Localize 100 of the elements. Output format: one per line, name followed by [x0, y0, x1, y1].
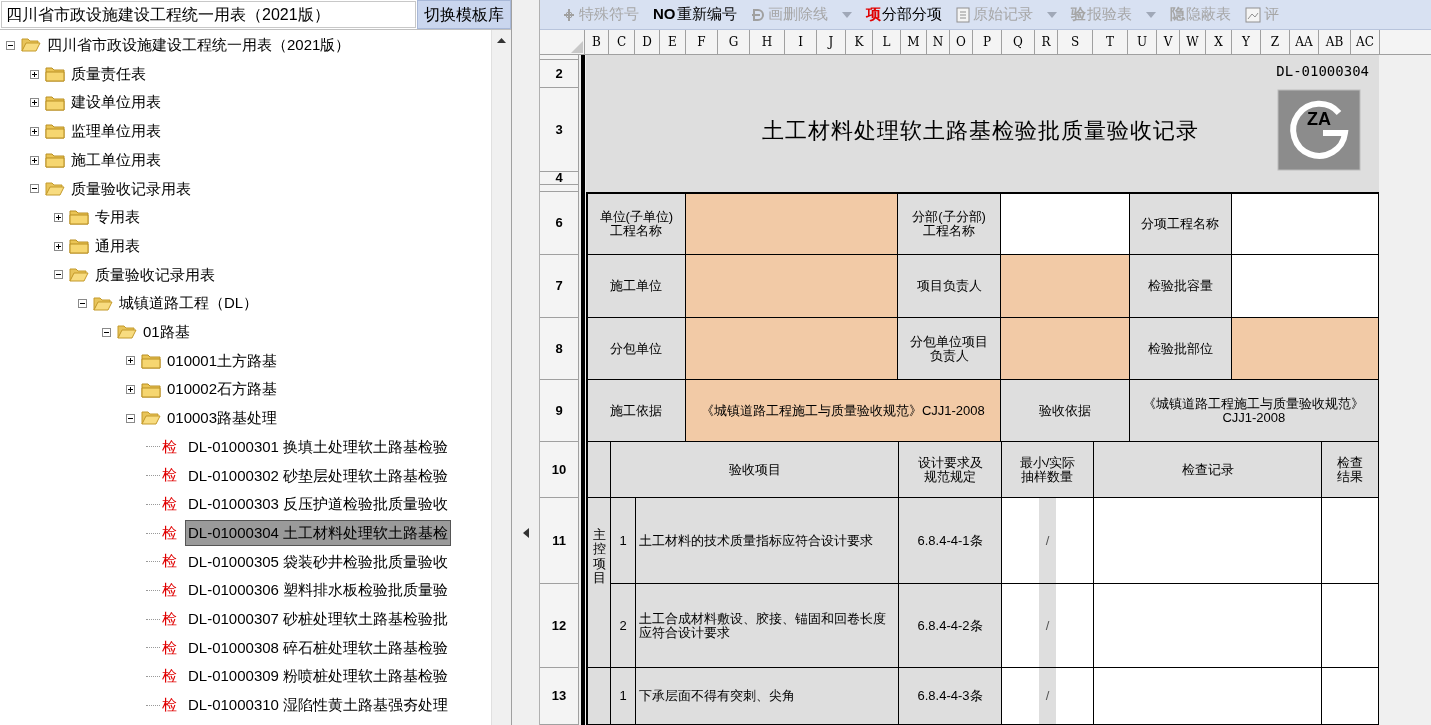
tree-item[interactable]: DL-01000302 砂垫层处理软土路基检验 — [185, 462, 452, 489]
column-header[interactable]: G — [718, 30, 750, 54]
check-record-field[interactable] — [1094, 584, 1322, 668]
scrollbar[interactable] — [491, 30, 511, 725]
tree-item[interactable]: DL-01000304 土工材料处理软土路基检 — [185, 520, 452, 547]
row-number[interactable]: 12 — [540, 584, 578, 668]
row-number[interactable]: 8 — [540, 318, 578, 380]
column-header[interactable]: R — [1035, 30, 1058, 54]
expand-icon[interactable] — [30, 98, 39, 108]
form-field[interactable] — [685, 194, 899, 255]
column-header[interactable]: C — [609, 30, 635, 54]
expand-icon[interactable] — [30, 126, 39, 136]
tree-item[interactable]: 质量责任表 — [71, 62, 146, 86]
row-number[interactable]: 9 — [540, 380, 578, 442]
form-field[interactable]: 《城镇道路工程施工与质量验收规范》CJJ1-2008 — [685, 380, 1001, 442]
column-header[interactable]: S — [1058, 30, 1093, 54]
column-header[interactable]: H — [750, 30, 785, 54]
expand-icon[interactable] — [126, 385, 135, 395]
row-number[interactable]: 10 — [540, 442, 578, 498]
row-number[interactable]: 4 — [540, 172, 578, 185]
tree-item[interactable]: DL-01000310 湿陷性黄土路基强夯处理 — [185, 692, 452, 719]
collapse-icon[interactable] — [126, 413, 135, 423]
expand-icon[interactable] — [54, 212, 63, 222]
column-header[interactable]: Z — [1261, 30, 1290, 54]
tree-item[interactable]: DL-01000307 砂桩处理软土路基检验批 — [185, 606, 452, 633]
form-field[interactable] — [1232, 318, 1379, 380]
toolbar-button[interactable]: NO重新编号 — [653, 3, 737, 26]
column-header[interactable]: AC — [1351, 30, 1380, 54]
column-header[interactable]: U — [1128, 30, 1157, 54]
collapse-left-icon[interactable] — [522, 528, 529, 538]
expand-icon[interactable] — [126, 356, 135, 366]
form-field[interactable] — [1232, 194, 1379, 255]
form-field[interactable] — [1000, 194, 1130, 255]
check-record-field[interactable] — [1094, 668, 1322, 725]
tree-item[interactable]: DL-01000306 塑料排水板检验批质量验 — [185, 577, 452, 604]
column-header[interactable]: M — [901, 30, 927, 54]
tree-item[interactable]: 施工单位用表 — [71, 148, 161, 172]
tree-item[interactable]: 质量验收记录用表 — [71, 177, 191, 201]
tree-item[interactable]: DL-01000303 反压护道检验批质量验收 — [185, 491, 452, 518]
column-header[interactable]: W — [1180, 30, 1206, 54]
row-number[interactable]: 6 — [540, 192, 578, 255]
tree-item[interactable]: 建设单位用表 — [71, 91, 161, 114]
tree-item[interactable]: 专用表 — [95, 206, 140, 229]
collapse-icon[interactable] — [6, 40, 15, 50]
expand-icon[interactable] — [30, 155, 39, 165]
collapse-icon[interactable] — [54, 270, 63, 280]
tree-item[interactable]: 010002石方路基 — [167, 378, 278, 401]
switch-library-button[interactable]: 切换模板库 — [417, 0, 511, 29]
column-header[interactable]: B — [585, 30, 609, 54]
column-header[interactable]: D — [635, 30, 660, 54]
column-header[interactable]: F — [686, 30, 718, 54]
form-field[interactable] — [1000, 255, 1130, 318]
column-header[interactable]: V — [1157, 30, 1180, 54]
tree-item[interactable]: DL-01000305 袋装砂井检验批质量验收 — [185, 548, 452, 575]
check-result-field[interactable] — [1322, 584, 1379, 668]
column-header[interactable]: N — [927, 30, 950, 54]
row-number[interactable]: 3 — [540, 88, 578, 172]
column-header[interactable]: K — [846, 30, 873, 54]
form-field[interactable] — [685, 255, 899, 318]
form-field[interactable] — [685, 318, 899, 380]
tree-item[interactable]: DL-01000308 碎石桩处理软土路基检验 — [185, 634, 452, 661]
sample-count-field[interactable]: / — [1039, 584, 1056, 667]
row-number[interactable]: 2 — [540, 60, 578, 88]
expand-icon[interactable] — [54, 241, 63, 251]
tree-item[interactable]: 监理单位用表 — [71, 120, 161, 143]
tree-item[interactable]: DL-01000309 粉喷桩处理软土路基检验 — [185, 663, 452, 690]
scroll-up-icon[interactable] — [497, 38, 506, 43]
collapse-icon[interactable] — [78, 299, 87, 309]
check-result-field[interactable] — [1322, 498, 1379, 584]
column-header[interactable]: O — [950, 30, 973, 54]
column-header[interactable]: P — [973, 30, 1002, 54]
form-field[interactable] — [1232, 255, 1379, 318]
column-header[interactable]: AB — [1319, 30, 1351, 54]
tree-item[interactable]: 四川省市政设施建设工程统一用表（2021版） — [47, 34, 351, 57]
collapse-icon[interactable] — [102, 327, 111, 337]
check-result-field[interactable] — [1322, 668, 1379, 725]
column-header[interactable]: L — [873, 30, 901, 54]
column-header[interactable]: AA — [1290, 30, 1319, 54]
tree-item[interactable]: 质量验收记录用表 — [95, 263, 215, 287]
tree-item[interactable]: 010001土方路基 — [167, 349, 278, 373]
library-field[interactable]: 四川省市政设施建设工程统一用表（2021版） — [1, 1, 416, 28]
row-number[interactable]: 13 — [540, 668, 578, 725]
sample-count-field[interactable]: / — [1039, 668, 1056, 724]
tree-item[interactable]: 010003路基处理 — [167, 407, 278, 430]
column-header[interactable]: T — [1093, 30, 1128, 54]
column-header[interactable]: Q — [1002, 30, 1035, 54]
column-header[interactable]: X — [1206, 30, 1232, 54]
form-field[interactable]: 《城镇道路工程施工与质量验收规范》CJJ1-2008 — [1129, 380, 1379, 442]
check-record-field[interactable] — [1094, 498, 1322, 584]
expand-icon[interactable] — [30, 69, 39, 79]
column-header[interactable]: J — [817, 30, 846, 54]
collapse-icon[interactable] — [30, 184, 39, 194]
tree-item[interactable]: 通用表 — [95, 234, 140, 258]
column-header[interactable]: E — [660, 30, 686, 54]
tree-item[interactable]: 01路基 — [143, 320, 190, 344]
tree-item[interactable]: 城镇道路工程（DL） — [119, 292, 259, 315]
column-header[interactable]: Y — [1232, 30, 1261, 54]
sample-count-field[interactable]: / — [1039, 498, 1056, 583]
form-field[interactable] — [1000, 318, 1130, 380]
row-number[interactable]: 7 — [540, 255, 578, 318]
